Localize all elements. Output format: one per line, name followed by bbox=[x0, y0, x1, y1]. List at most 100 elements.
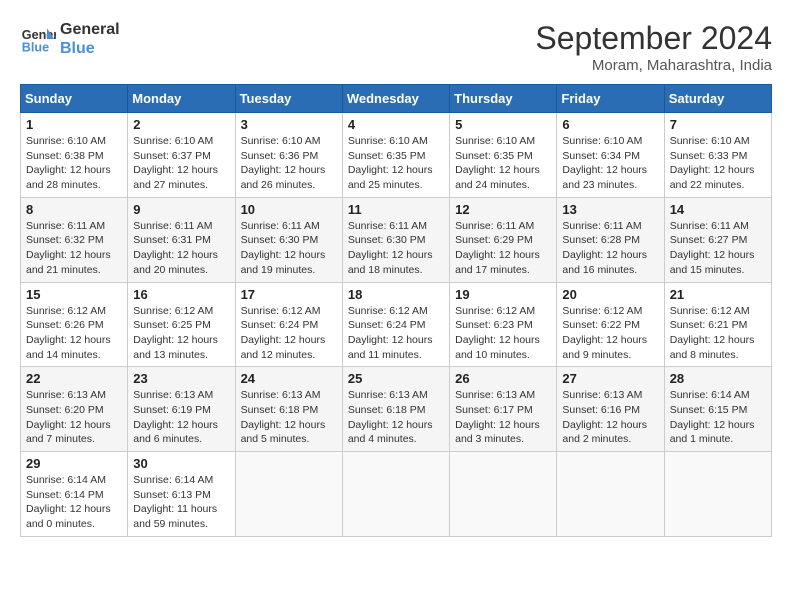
day-info: Sunrise: 6:11 AM Sunset: 6:31 PM Dayligh… bbox=[133, 219, 229, 278]
day-info: Sunrise: 6:10 AM Sunset: 6:35 PM Dayligh… bbox=[348, 134, 444, 193]
day-info: Sunrise: 6:11 AM Sunset: 6:30 PM Dayligh… bbox=[348, 219, 444, 278]
weekday-header-sunday: Sunday bbox=[21, 85, 128, 113]
calendar-cell: 4Sunrise: 6:10 AM Sunset: 6:35 PM Daylig… bbox=[342, 113, 449, 198]
day-info: Sunrise: 6:11 AM Sunset: 6:32 PM Dayligh… bbox=[26, 219, 122, 278]
calendar-table: SundayMondayTuesdayWednesdayThursdayFrid… bbox=[20, 84, 772, 537]
day-info: Sunrise: 6:14 AM Sunset: 6:13 PM Dayligh… bbox=[133, 473, 229, 532]
day-info: Sunrise: 6:10 AM Sunset: 6:34 PM Dayligh… bbox=[562, 134, 658, 193]
calendar-cell: 21 Sunrise: 6:12 AM Sunset: 6:21 PM Dayli… bbox=[664, 282, 771, 367]
page-header: General Blue General Blue September 2024… bbox=[20, 20, 772, 74]
day-number: 5 bbox=[455, 117, 551, 132]
calendar-cell: 5 Sunrise: 6:10 AM Sunset: 6:35 PM Daylig… bbox=[450, 113, 557, 198]
day-number: 1 bbox=[26, 117, 122, 132]
calendar-cell: 2Sunrise: 6:10 AM Sunset: 6:37 PM Daylig… bbox=[128, 113, 235, 198]
day-number: 22 bbox=[26, 371, 122, 386]
day-number: 26 bbox=[455, 371, 551, 386]
weekday-header-saturday: Saturday bbox=[664, 85, 771, 113]
calendar-cell: 15 Sunrise: 6:12 AM Sunset: 6:26 PM Dayli… bbox=[21, 282, 128, 367]
day-number: 12 bbox=[455, 202, 551, 217]
calendar-cell: 20 Sunrise: 6:12 AM Sunset: 6:22 PM Dayli… bbox=[557, 282, 664, 367]
calendar-cell: 7 Sunrise: 6:10 AM Sunset: 6:33 PM Daylig… bbox=[664, 113, 771, 198]
day-info: Sunrise: 6:13 AM Sunset: 6:18 PM Dayligh… bbox=[241, 388, 337, 447]
calendar-cell: 25 Sunrise: 6:13 AM Sunset: 6:18 PM Dayli… bbox=[342, 367, 449, 452]
day-number: 20 bbox=[562, 287, 658, 302]
day-info: Sunrise: 6:14 AM Sunset: 6:14 PM Dayligh… bbox=[26, 473, 122, 532]
day-number: 8 bbox=[26, 202, 122, 217]
day-info: Sunrise: 6:11 AM Sunset: 6:29 PM Dayligh… bbox=[455, 219, 551, 278]
calendar-cell: 14 Sunrise: 6:11 AM Sunset: 6:27 PM Dayli… bbox=[664, 197, 771, 282]
calendar-cell: 8 Sunrise: 6:11 AM Sunset: 6:32 PM Daylig… bbox=[21, 197, 128, 282]
day-number: 19 bbox=[455, 287, 551, 302]
day-info: Sunrise: 6:12 AM Sunset: 6:25 PM Dayligh… bbox=[133, 304, 229, 363]
day-info: Sunrise: 6:13 AM Sunset: 6:17 PM Dayligh… bbox=[455, 388, 551, 447]
calendar-cell: 16 Sunrise: 6:12 AM Sunset: 6:25 PM Dayli… bbox=[128, 282, 235, 367]
calendar-cell: 19 Sunrise: 6:12 AM Sunset: 6:23 PM Dayli… bbox=[450, 282, 557, 367]
calendar-cell bbox=[450, 452, 557, 537]
month-year-title: September 2024 bbox=[535, 20, 772, 57]
day-info: Sunrise: 6:12 AM Sunset: 6:23 PM Dayligh… bbox=[455, 304, 551, 363]
day-number: 23 bbox=[133, 371, 229, 386]
calendar-cell: 17 Sunrise: 6:12 AM Sunset: 6:24 PM Dayli… bbox=[235, 282, 342, 367]
calendar-cell: 6 Sunrise: 6:10 AM Sunset: 6:34 PM Daylig… bbox=[557, 113, 664, 198]
day-info: Sunrise: 6:11 AM Sunset: 6:28 PM Dayligh… bbox=[562, 219, 658, 278]
calendar-cell: 3Sunrise: 6:10 AM Sunset: 6:36 PM Daylig… bbox=[235, 113, 342, 198]
calendar-cell: 22Sunrise: 6:13 AM Sunset: 6:20 PM Dayli… bbox=[21, 367, 128, 452]
calendar-cell bbox=[342, 452, 449, 537]
day-number: 16 bbox=[133, 287, 229, 302]
calendar-cell: 27 Sunrise: 6:13 AM Sunset: 6:16 PM Dayli… bbox=[557, 367, 664, 452]
day-number: 25 bbox=[348, 371, 444, 386]
day-info: Sunrise: 6:10 AM Sunset: 6:35 PM Dayligh… bbox=[455, 134, 551, 193]
logo: General Blue General Blue bbox=[20, 20, 120, 58]
calendar-cell bbox=[235, 452, 342, 537]
day-info: Sunrise: 6:11 AM Sunset: 6:30 PM Dayligh… bbox=[241, 219, 337, 278]
day-info: Sunrise: 6:12 AM Sunset: 6:24 PM Dayligh… bbox=[348, 304, 444, 363]
day-info: Sunrise: 6:12 AM Sunset: 6:24 PM Dayligh… bbox=[241, 304, 337, 363]
day-number: 15 bbox=[26, 287, 122, 302]
logo-blue: Blue bbox=[60, 39, 120, 58]
title-block: September 2024 Moram, Maharashtra, India bbox=[535, 20, 772, 74]
calendar-cell: 18 Sunrise: 6:12 AM Sunset: 6:24 PM Dayli… bbox=[342, 282, 449, 367]
day-number: 18 bbox=[348, 287, 444, 302]
day-number: 9 bbox=[133, 202, 229, 217]
day-number: 11 bbox=[348, 202, 444, 217]
calendar-cell: 26 Sunrise: 6:13 AM Sunset: 6:17 PM Dayli… bbox=[450, 367, 557, 452]
day-number: 14 bbox=[670, 202, 766, 217]
day-info: Sunrise: 6:12 AM Sunset: 6:26 PM Dayligh… bbox=[26, 304, 122, 363]
day-number: 21 bbox=[670, 287, 766, 302]
day-info: Sunrise: 6:13 AM Sunset: 6:16 PM Dayligh… bbox=[562, 388, 658, 447]
calendar-cell: 11 Sunrise: 6:11 AM Sunset: 6:30 PM Dayli… bbox=[342, 197, 449, 282]
calendar-cell: 23Sunrise: 6:13 AM Sunset: 6:19 PM Dayli… bbox=[128, 367, 235, 452]
day-number: 27 bbox=[562, 371, 658, 386]
calendar-cell: 1 Sunrise: 6:10 AM Sunset: 6:38 PM Daylig… bbox=[21, 113, 128, 198]
logo-icon: General Blue bbox=[20, 21, 56, 57]
day-info: Sunrise: 6:10 AM Sunset: 6:38 PM Dayligh… bbox=[26, 134, 122, 193]
day-info: Sunrise: 6:12 AM Sunset: 6:21 PM Dayligh… bbox=[670, 304, 766, 363]
day-number: 6 bbox=[562, 117, 658, 132]
day-info: Sunrise: 6:10 AM Sunset: 6:33 PM Dayligh… bbox=[670, 134, 766, 193]
day-number: 10 bbox=[241, 202, 337, 217]
calendar-cell bbox=[557, 452, 664, 537]
day-number: 24 bbox=[241, 371, 337, 386]
weekday-header-wednesday: Wednesday bbox=[342, 85, 449, 113]
day-info: Sunrise: 6:12 AM Sunset: 6:22 PM Dayligh… bbox=[562, 304, 658, 363]
day-number: 28 bbox=[670, 371, 766, 386]
calendar-cell: 28Sunrise: 6:14 AM Sunset: 6:15 PM Dayli… bbox=[664, 367, 771, 452]
calendar-cell: 13 Sunrise: 6:11 AM Sunset: 6:28 PM Dayli… bbox=[557, 197, 664, 282]
calendar-cell bbox=[664, 452, 771, 537]
weekday-header-thursday: Thursday bbox=[450, 85, 557, 113]
day-number: 13 bbox=[562, 202, 658, 217]
calendar-cell: 9 Sunrise: 6:11 AM Sunset: 6:31 PM Daylig… bbox=[128, 197, 235, 282]
logo-general: General bbox=[60, 20, 120, 39]
weekday-header-tuesday: Tuesday bbox=[235, 85, 342, 113]
svg-text:Blue: Blue bbox=[22, 41, 49, 55]
day-info: Sunrise: 6:11 AM Sunset: 6:27 PM Dayligh… bbox=[670, 219, 766, 278]
day-number: 17 bbox=[241, 287, 337, 302]
day-number: 7 bbox=[670, 117, 766, 132]
calendar-cell: 10 Sunrise: 6:11 AM Sunset: 6:30 PM Dayli… bbox=[235, 197, 342, 282]
calendar-cell: 30 Sunrise: 6:14 AM Sunset: 6:13 PM Dayli… bbox=[128, 452, 235, 537]
day-info: Sunrise: 6:10 AM Sunset: 6:36 PM Dayligh… bbox=[241, 134, 337, 193]
day-info: Sunrise: 6:13 AM Sunset: 6:18 PM Dayligh… bbox=[348, 388, 444, 447]
calendar-cell: 12 Sunrise: 6:11 AM Sunset: 6:29 PM Dayli… bbox=[450, 197, 557, 282]
day-number: 30 bbox=[133, 456, 229, 471]
day-info: Sunrise: 6:10 AM Sunset: 6:37 PM Dayligh… bbox=[133, 134, 229, 193]
